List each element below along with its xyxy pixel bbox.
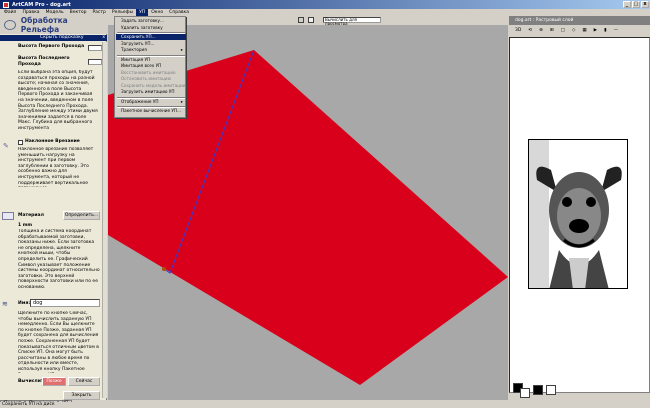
submenu-arrow-icon: ▸ <box>180 98 183 104</box>
dropdown-item-8: Остановить имитацию <box>116 76 186 82</box>
window-title: ArtCAM Pro - dog.art <box>12 1 71 8</box>
close-panel-button[interactable]: Закрыть <box>63 391 100 400</box>
raster-tool-7[interactable]: ▶ <box>592 28 599 33</box>
last-pass-height-label: Высота Последнего Прохода <box>18 56 70 67</box>
panel-scrollbar[interactable] <box>102 42 107 398</box>
compute-help-text: Щелкните по кнопке Сейчас, чтобы вычисли… <box>18 311 99 373</box>
raster-tool-0[interactable]: 3D <box>513 28 523 33</box>
raster-canvas[interactable] <box>509 37 650 393</box>
dropdown-item-label: Траектория <box>121 47 147 52</box>
close-window-button[interactable]: x <box>641 1 649 8</box>
view-mode-select[interactable]: Вычислить для просмотра <box>323 17 381 26</box>
dropdown-item-label: Отображение УП <box>121 98 159 104</box>
menu-item-4[interactable]: Растр <box>89 9 108 16</box>
raster-tool-6[interactable]: ▦ <box>580 28 588 33</box>
menu-bar: Файл Правка Модель Вектор Растр Рельефы УП Окно… <box>0 9 650 16</box>
compute-now-button[interactable]: Сейчас <box>68 377 100 386</box>
dropdown-item-12[interactable]: Пакетное вычисление УП... <box>116 108 186 114</box>
foreground-swatch[interactable] <box>533 385 543 395</box>
ramp-icon: ✎ <box>3 142 9 150</box>
material-icon <box>2 212 14 220</box>
raster-tool-1[interactable]: ⟲ <box>526 28 534 33</box>
dropdown-item-label: Задать заготовку... <box>121 18 164 23</box>
submenu-arrow-icon: ▸ <box>180 47 183 52</box>
dog-bitmap-image <box>528 139 628 289</box>
toolpath-name-input[interactable]: dog <box>30 299 100 307</box>
status-bar: Сохранить УП на диск <box>0 402 650 408</box>
panel-title: Обработка Рельефа <box>20 16 68 34</box>
hide-help-label: Скрыть подсказку <box>40 35 84 40</box>
menu-item-1[interactable]: Правка <box>19 9 42 16</box>
material-help-text: Толщина и система координат обрабатываем… <box>18 229 100 290</box>
dropdown-item-10[interactable]: Загрузить имитацию УП <box>116 89 186 95</box>
toolpaths-menu-dropdown: Задать заготовку... Удалить заготовку Сохр… <box>114 16 186 118</box>
raster-tool-3[interactable]: ⊞ <box>548 28 556 33</box>
minimize-button[interactable]: _ <box>623 1 631 8</box>
window-title-bar: ArtCAM Pro - dog.art _ □ x <box>0 0 650 9</box>
hide-help-bar[interactable]: Скрыть подсказку x <box>0 35 107 41</box>
toolpath-name-icon: ≋ <box>2 300 8 308</box>
artcam-app-icon <box>3 1 9 8</box>
dropdown-item-7: Восстановить имитацию <box>116 70 186 76</box>
material-label: Материал <box>18 213 44 218</box>
relief-machining-panel: Обработка Рельефа Скрыть подсказку x Выс… <box>0 16 107 400</box>
menu-item-5[interactable]: Рельефы <box>109 9 136 16</box>
dropdown-item-label: Пакетное вычисление УП... <box>121 108 182 113</box>
menu-item-8[interactable]: Справка <box>166 9 192 16</box>
dropdown-item-0[interactable]: Задать заготовку... <box>116 18 186 24</box>
multipass-help-text: Если выбрана эта опция, будут создаватьс… <box>18 70 98 131</box>
first-pass-height-input[interactable] <box>88 45 102 51</box>
dropdown-item-label: Остановить имитацию <box>121 76 172 81</box>
dropdown-item-11[interactable]: Отображение УП ▸ <box>116 99 186 105</box>
dropdown-item-5[interactable]: Имитация УП <box>116 57 186 63</box>
define-material-button[interactable]: Определить... <box>63 211 100 220</box>
raster-window-title-text: dog.art : Растровый слой <box>515 18 574 23</box>
ramp-help-text: Наклонное врезание позволяет уменьшить н… <box>18 147 94 187</box>
raster-tool-2[interactable]: ⊕ <box>537 28 545 33</box>
name-label: Имя: <box>18 301 31 306</box>
raster-tool-8[interactable]: ▮ <box>602 28 608 33</box>
ramp-checkbox[interactable] <box>18 140 23 145</box>
menu-item-2[interactable]: Модель <box>43 9 67 16</box>
dropdown-item-label: Имитация всех УП <box>121 63 162 68</box>
dropdown-item-label: Сохранить УП... <box>121 34 156 39</box>
dropdown-item-label: Имитация УП <box>121 56 151 62</box>
first-pass-height-label: Высота Первого Прохода <box>18 44 85 49</box>
dropdown-item-6[interactable]: Имитация всех УП <box>116 63 186 69</box>
dropdown-item-label: Удалить заготовку <box>121 24 163 30</box>
origin-marker <box>162 267 166 271</box>
status-text: Сохранить УП на диск <box>2 402 55 407</box>
menu-item-7[interactable]: Окно <box>148 9 166 16</box>
secondary-color-swatch[interactable] <box>520 388 530 398</box>
dropdown-item-label: Восстановить имитацию <box>121 69 176 75</box>
dropdown-item-label: Сохранить модель имитации <box>121 82 186 88</box>
close-help-icon[interactable]: x <box>102 35 105 41</box>
dropdown-item-3[interactable]: Загрузить УП... <box>116 41 186 47</box>
panel-header: Обработка Рельефа <box>0 16 107 34</box>
dropdown-item-1[interactable]: Удалить заготовку <box>116 25 186 31</box>
menu-item-3[interactable]: Вектор <box>67 9 90 16</box>
view-layout-icon[interactable] <box>308 17 314 23</box>
raster-layer-window: dog.art : Растровый слой 3D ⟲ ⊕ ⊞ □ ◇ ▦ ▶ ▮ — <box>509 16 650 402</box>
dropdown-item-label: Загрузить УП... <box>121 40 155 46</box>
last-pass-height-input[interactable] <box>88 59 102 65</box>
raster-window-title: dog.art : Растровый слой <box>509 16 650 25</box>
ramp-label: Наклонное Врезание <box>25 139 80 144</box>
raster-tool-5[interactable]: ◇ <box>570 28 577 33</box>
dropdown-item-2[interactable]: Сохранить УП... <box>116 34 186 40</box>
raster-toolbar: 3D ⟲ ⊕ ⊞ □ ◇ ▦ ▶ ▮ — <box>509 25 650 35</box>
raster-tool-4[interactable]: □ <box>559 28 567 33</box>
raster-tool-9[interactable]: — <box>612 28 621 33</box>
menu-item-6[interactable]: УП <box>136 9 149 16</box>
dropdown-item-label: Загрузить имитацию УП <box>121 89 175 94</box>
dropdown-item-9: Сохранить модель имитации <box>116 83 186 89</box>
dropdown-item-4[interactable]: Траектория ▸ <box>116 47 186 53</box>
menu-item-0[interactable]: Файл <box>1 9 19 16</box>
compute-later-button[interactable]: Позже <box>42 377 66 386</box>
maximize-button[interactable]: □ <box>632 1 640 8</box>
material-thickness-value: 1 mm <box>18 223 33 228</box>
view-toggle-icon[interactable] <box>298 17 304 23</box>
relief-icon <box>4 20 16 30</box>
background-swatch[interactable] <box>546 385 556 395</box>
